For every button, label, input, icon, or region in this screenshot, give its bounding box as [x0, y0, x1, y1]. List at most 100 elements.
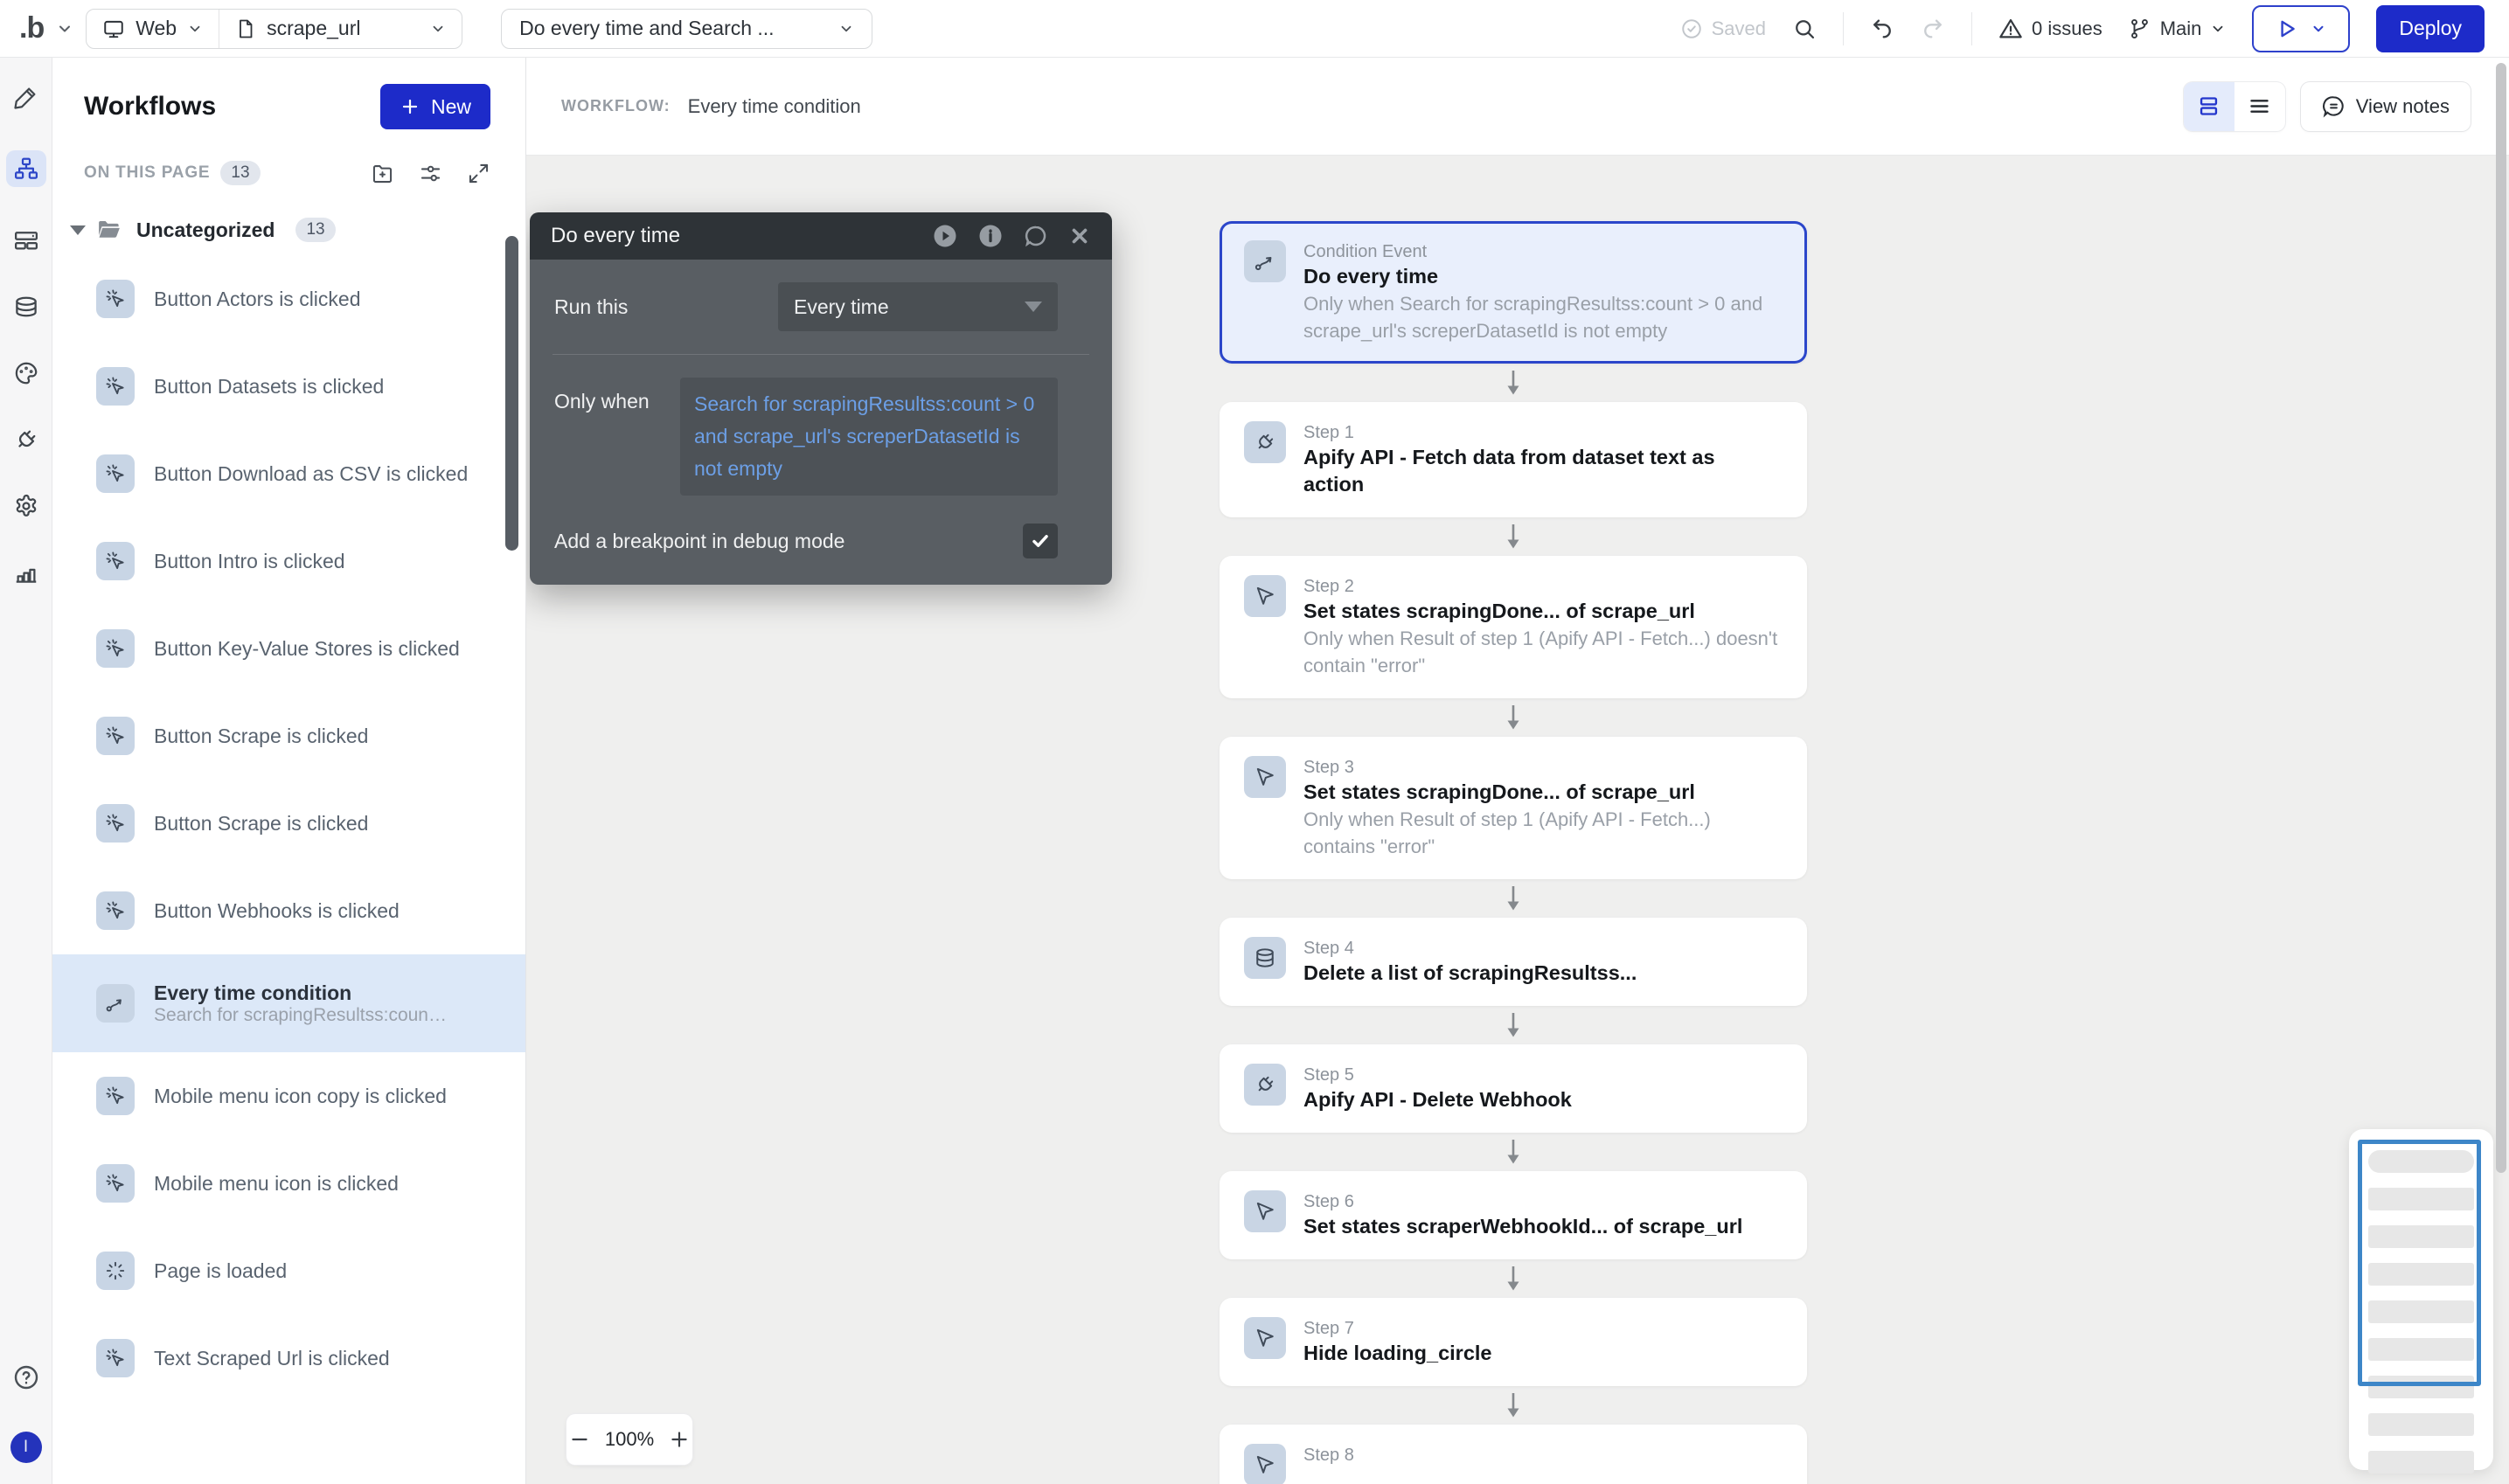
workflow-item-label: Page is loaded	[154, 1259, 287, 1283]
workflow-list-item[interactable]: Button Webhooks is clicked	[52, 867, 525, 954]
zoom-level: 100%	[605, 1428, 654, 1451]
plus-icon	[400, 96, 420, 117]
bubble-logo: .b	[19, 11, 44, 45]
node-description: Only when Search for scrapingResultss:co…	[1303, 290, 1783, 344]
plugins-tab-icon[interactable]	[13, 426, 39, 453]
issues-label: 0 issues	[2032, 17, 2102, 40]
workflow-list-item[interactable]: Button Actors is clicked	[52, 255, 525, 343]
flow-arrow-icon	[1504, 371, 1523, 395]
page-selector[interactable]: scrape_url	[219, 10, 462, 48]
workflow-node[interactable]: Step 7 Hide loading_circle	[1220, 1298, 1807, 1386]
info-icon[interactable]	[977, 223, 1004, 249]
workflow-node[interactable]: Step 4 Delete a list of scrapingResultss…	[1220, 918, 1807, 1006]
logs-tab-icon[interactable]	[13, 559, 39, 586]
workflow-list-item[interactable]: Button Download as CSV is clicked	[52, 430, 525, 517]
run-this-value: Every time	[794, 295, 889, 319]
workflow-list-item[interactable]: Button Datasets is clicked	[52, 343, 525, 430]
zoom-control: 100%	[566, 1414, 692, 1465]
flow-arrow-icon	[1504, 1393, 1523, 1418]
workflow-list-item[interactable]: Button Key-Value Stores is clicked	[52, 605, 525, 692]
minimap[interactable]	[2349, 1129, 2493, 1470]
workflow-node[interactable]: Step 1 Apify API - Fetch data from datas…	[1220, 402, 1807, 517]
condition-icon	[1244, 240, 1286, 282]
canvas-scrollbar-thumb[interactable]	[2496, 63, 2506, 1173]
help-icon[interactable]	[12, 1363, 40, 1391]
workflow-list: Button Actors is clicked Button Datasets…	[52, 255, 525, 1402]
cursor-click-icon	[96, 542, 135, 580]
branch-selector[interactable]: Main	[2129, 17, 2227, 40]
view-notes-button[interactable]: View notes	[2301, 82, 2471, 131]
design-tab-icon[interactable]	[13, 84, 39, 110]
only-when-label: Only when	[554, 378, 650, 416]
node-step-label: Step 4	[1303, 937, 1637, 960]
minimap-viewport[interactable]	[2358, 1140, 2481, 1386]
workflow-node[interactable]: Step 3 Set states scrapingDone... of scr…	[1220, 737, 1807, 879]
filter-settings-icon[interactable]	[419, 162, 442, 185]
dialog-title: Do every time	[551, 224, 680, 248]
breakpoint-checkbox[interactable]	[1023, 524, 1058, 558]
close-icon[interactable]	[1068, 225, 1091, 247]
workflow-node[interactable]: Step 6 Set states scraperWebhookId... of…	[1220, 1171, 1807, 1259]
cursor-click-icon	[96, 1164, 135, 1203]
search-icon[interactable]	[1792, 17, 1817, 41]
app-menu[interactable]: .b	[14, 11, 86, 45]
left-icon-rail: I	[0, 58, 52, 1484]
chevron-down-icon	[2210, 21, 2226, 37]
flow-arrow-icon	[1504, 886, 1523, 911]
save-status: Saved	[1680, 17, 1766, 40]
undo-icon[interactable]	[1870, 17, 1894, 41]
components-tab-icon[interactable]	[13, 227, 39, 253]
folder-row[interactable]: Uncategorized 13	[70, 217, 525, 243]
settings-tab-icon[interactable]	[13, 493, 39, 519]
check-circle-icon	[1680, 17, 1703, 40]
workflow-list-item[interactable]: Button Scrape is clicked	[52, 780, 525, 867]
warning-triangle-icon	[1998, 17, 2023, 41]
dialog-header[interactable]: Do every time	[530, 212, 1112, 260]
workflow-item-label: Button Scrape is clicked	[154, 725, 368, 748]
panel-scrollbar-thumb[interactable]	[505, 236, 518, 551]
workflow-node[interactable]: Condition Event Do every time Only when …	[1220, 221, 1807, 364]
new-workflow-button[interactable]: New	[380, 84, 490, 129]
platform-selector[interactable]: Web	[87, 10, 219, 48]
preview-button[interactable]	[2252, 5, 2350, 52]
styles-tab-icon[interactable]	[13, 360, 39, 386]
condition-expression-box[interactable]: Search for scrapingResultss:count > 0 an…	[680, 378, 1058, 496]
workflow-canvas[interactable]: Condition Event Do every time Only when …	[526, 58, 2509, 1484]
node-title: Set states scrapingDone... of scrape_url	[1303, 779, 1745, 806]
issues-button[interactable]: 0 issues	[1998, 17, 2102, 41]
chevron-down-icon	[2311, 21, 2326, 37]
add-folder-icon[interactable]	[371, 162, 394, 185]
zoom-out-icon[interactable]	[568, 1428, 591, 1451]
workflow-list-item[interactable]: Mobile menu icon is clicked	[52, 1140, 525, 1227]
data-tab-icon[interactable]	[13, 294, 39, 320]
list-view-toggle[interactable]	[2234, 82, 2285, 131]
pointer-icon	[1244, 1317, 1286, 1359]
pointer-icon	[1244, 575, 1286, 617]
workflow-item-label: Text Scraped Url is clicked	[154, 1347, 390, 1370]
cards-view-toggle[interactable]	[2184, 82, 2234, 131]
expand-icon[interactable]	[467, 162, 490, 185]
panel-toolbar	[371, 162, 490, 185]
flow-arrow-icon	[1504, 1140, 1523, 1164]
zoom-in-icon[interactable]	[668, 1428, 691, 1451]
deploy-button[interactable]: Deploy	[2376, 5, 2485, 52]
deploy-label: Deploy	[2399, 17, 2462, 40]
workflow-list-item[interactable]: Every time condition Search for scraping…	[52, 954, 525, 1052]
workflow-list-item[interactable]: Button Intro is clicked	[52, 517, 525, 605]
workflow-list-item[interactable]: Text Scraped Url is clicked	[52, 1314, 525, 1402]
new-workflow-label: New	[431, 95, 471, 119]
run-icon[interactable]	[932, 223, 958, 249]
workflow-node[interactable]: Step 2 Set states scrapingDone... of scr…	[1220, 556, 1807, 698]
workflow-list-item[interactable]: Mobile menu icon copy is clicked	[52, 1052, 525, 1140]
workflow-node[interactable]: Step 5 Apify API - Delete Webhook	[1220, 1044, 1807, 1133]
run-this-dropdown[interactable]: Every time	[778, 282, 1058, 331]
workflow-tab-icon[interactable]	[6, 150, 46, 187]
workflow-node[interactable]: Step 8	[1220, 1425, 1807, 1484]
user-avatar[interactable]: I	[10, 1432, 42, 1463]
workflow-list-item[interactable]: Page is loaded	[52, 1227, 525, 1314]
comment-icon[interactable]	[1023, 223, 1049, 249]
redo-icon[interactable]	[1921, 17, 1945, 41]
workflow-list-item[interactable]: Button Scrape is clicked	[52, 692, 525, 780]
branch-label: Main	[2160, 17, 2202, 40]
workflow-selector[interactable]: Do every time and Search ...	[501, 9, 872, 49]
